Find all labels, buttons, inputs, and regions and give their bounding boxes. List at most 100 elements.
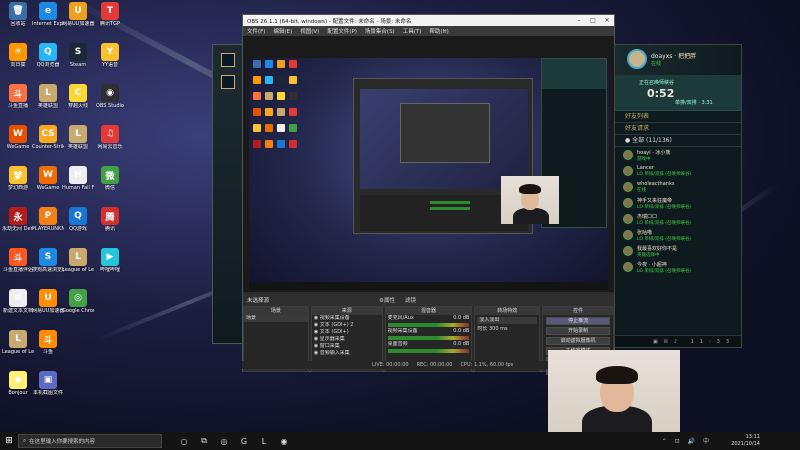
summoner-header[interactable]: doayxs · 把把胖 在线 [615, 45, 741, 75]
control-button[interactable]: 停止推流 [546, 317, 610, 325]
desktop-icon[interactable]: 🗑 回收站 [2, 2, 34, 36]
eye-icon[interactable]: ◉ [314, 329, 318, 335]
friend-row[interactable]: hoayi · 冰小熊 游戏中 [615, 147, 741, 163]
desktop-icon[interactable]: CSCounter-Strike Global Off [32, 125, 64, 159]
desktop-icon[interactable]: U 网易UU加速器 [62, 2, 94, 36]
desktop-icon[interactable]: ▶ 哔哩哔哩 [94, 248, 126, 282]
summoner-avatar[interactable] [627, 49, 647, 69]
desktop-icon[interactable]: PPLAYERUNKNOWN BATTLEGR [32, 207, 64, 241]
taskbar-app-icon[interactable]: ○ [176, 433, 192, 449]
desktop-icon[interactable]: ◉ OBS Studio [94, 84, 126, 118]
source-item[interactable]: ◉ 文本 (GDI+) [312, 329, 382, 336]
friends-panel-footer[interactable]: ▣✉♪ 11:33 [615, 335, 741, 347]
friend-requests-header[interactable]: 好友请求 [615, 123, 741, 135]
obs-menu-item[interactable]: 文件(F) [247, 27, 265, 35]
desktop-icon[interactable]: L 英雄联盟 [32, 84, 64, 118]
mixer-channel[interactable]: 麦克风/Aux 0.0 dB [386, 315, 472, 327]
source-item[interactable]: ◉ 显示器采集 [312, 336, 382, 343]
desktop-icon[interactable]: 永永劫无间 Demo [2, 207, 34, 241]
desktop-icon[interactable]: S Steam [62, 43, 94, 77]
friends-list-header[interactable]: 好友列表 [615, 111, 741, 123]
filters-button[interactable]: 滤镜 [405, 296, 416, 304]
desktop-icon[interactable]: LLeague of Legends [2, 330, 34, 364]
desktop-icon[interactable]: ♫ 网易云音乐 [94, 125, 126, 159]
system-tray-icons[interactable]: ⌃ ⊡ 🔊 中 [662, 436, 712, 445]
mixer-channel[interactable]: 视频采集设备 0.0 dB [386, 328, 472, 340]
minimize-icon[interactable]: – [572, 17, 586, 24]
volume-meter[interactable] [387, 336, 470, 340]
lol-friends-panel[interactable]: doayxs · 把把胖 在线 正在召唤师峡谷 0:52 单排/双排 · 3:3… [614, 44, 742, 348]
eye-icon[interactable]: ◉ [314, 322, 318, 328]
friend-row[interactable]: 神手又来狂魔帝 LO 单排/双排 (召唤师峡谷) [615, 195, 741, 211]
desktop-icon[interactable]: T 腾讯TGP [94, 2, 126, 36]
taskbar-search[interactable]: ⌕ 在这里输入你要搜索的内容 [18, 434, 162, 448]
desktop-icon[interactable]: Y YY语音 [94, 43, 126, 77]
start-button[interactable]: ⊞ [0, 432, 18, 450]
maximize-icon[interactable]: □ [586, 17, 600, 24]
friend-row[interactable]: Lancer LO 单排/双排 (召唤师峡谷) [615, 163, 741, 179]
friend-row[interactable]: 杰瑞口口 LO 单排/双排 (召唤师峡谷) [615, 211, 741, 227]
eye-icon[interactable]: ◉ [314, 315, 318, 321]
eye-icon[interactable]: ◉ [314, 350, 318, 356]
desktop-icon[interactable]: L 英雄联盟 [62, 125, 94, 159]
desktop-icon[interactable]: ◆ Bonjour [2, 371, 34, 405]
desktop-icon[interactable]: 微微信 [94, 166, 126, 200]
desktop-icon[interactable]: ▣ 本机截图文件 [32, 371, 64, 405]
obs-menu-item[interactable]: 场景集合(S) [365, 27, 395, 35]
taskbar-app-icon[interactable]: G [236, 433, 252, 449]
desktop-icon[interactable]: 梦梦幻西游 [2, 166, 34, 200]
obs-menu-item[interactable]: 帮助(H) [429, 27, 448, 35]
desktop-icon[interactable]: 斗斗鱼 [32, 330, 64, 364]
friend-group-header[interactable]: ● 全部 (11/136) [615, 135, 741, 147]
lol-nav-icon[interactable] [221, 75, 235, 89]
obs-window[interactable]: OBS 26.1.1 (64-bit, windows) - 配置文件: 未命名… [242, 14, 615, 375]
taskbar-app-icon[interactable]: ◉ [276, 433, 292, 449]
lol-client-window[interactable] [212, 44, 244, 344]
source-item[interactable]: ◉ 视频采集设备 [312, 315, 382, 322]
desktop-icon[interactable]: eInternet Explorer [32, 2, 64, 36]
desktop-icon[interactable]: 腾腾讯 [94, 207, 126, 241]
duration-row[interactable]: 时长 300 ms [475, 326, 539, 333]
desktop-icon[interactable]: LLeague of Legends [62, 248, 94, 282]
close-icon[interactable]: ✕ [600, 17, 614, 24]
taskbar-app-icon[interactable]: ◎ [216, 433, 232, 449]
desktop-icon[interactable]: 斗斗鱼直播 [2, 84, 34, 118]
friend-row[interactable]: 张咕噜 LO 单排/双排 (召唤师峡谷) [615, 227, 741, 243]
obs-preview[interactable] [243, 36, 614, 292]
obs-menu-item[interactable]: 配置文件(P) [327, 27, 357, 35]
scene-item[interactable]: 场景 [244, 315, 308, 322]
source-item[interactable]: ◉ 文本 (GDI+) 2 [312, 322, 382, 329]
eye-icon[interactable]: ◉ [314, 336, 318, 342]
desktop-icon[interactable]: W WeGame [2, 125, 34, 159]
desktop-icon[interactable]: W WeGame [32, 166, 64, 200]
taskbar-clock[interactable]: 13:11 2021/10/14 [731, 434, 760, 448]
desktop-icon[interactable]: 斗斗鱼直播伴侣 [2, 248, 34, 282]
properties-button[interactable]: ⚙属性 [379, 296, 395, 304]
eye-icon[interactable]: ◉ [314, 343, 318, 349]
desktop-icon[interactable]: ☀ 向日葵 [2, 43, 34, 77]
desktop-icon[interactable]: S 搜狗高速浏览器 [32, 248, 64, 282]
duration-value[interactable]: 300 ms [489, 326, 508, 332]
desktop-icon[interactable]: ◎Google Chrome [62, 289, 94, 323]
source-item[interactable]: ◉ 音频输入采集 [312, 350, 382, 357]
volume-meter[interactable] [387, 349, 470, 353]
desktop-icon[interactable]: Q QQ浏览器 [32, 43, 64, 77]
desktop-icon[interactable]: Q QQ游戏 [62, 207, 94, 241]
obs-titlebar[interactable]: OBS 26.1.1 (64-bit, windows) - 配置文件: 未命名… [243, 15, 614, 26]
obs-menu-item[interactable]: 工具(T) [403, 27, 422, 35]
control-button[interactable]: 开始录制 [546, 327, 610, 335]
desktop-icon[interactable]: ≡ 新建文本文档 [2, 289, 34, 323]
friend-row[interactable]: 我最喜欢好你不是 英雄选择中 [615, 243, 741, 259]
transition-select[interactable]: 淡入淡出 [477, 317, 538, 324]
taskbar-app-icon[interactable]: L [256, 433, 272, 449]
desktop-icon[interactable]: HHuman Fall Flat [62, 166, 94, 200]
obs-menu-item[interactable]: 编辑(E) [273, 27, 292, 35]
friend-row[interactable]: 今夜 · 小超神 LO 单排/双排 (召唤师峡谷) [615, 259, 741, 275]
desktop-icon[interactable]: C 穿越火线 [62, 84, 94, 118]
friend-row[interactable]: wholeacthanks 在线 [615, 179, 741, 195]
source-item[interactable]: ◉ 窗口采集 [312, 343, 382, 350]
volume-meter[interactable] [387, 323, 470, 327]
mixer-channel[interactable]: 桌面音频 0.0 dB [386, 341, 472, 353]
control-button[interactable]: 启动虚拟摄像机 [546, 337, 610, 345]
obs-menu-item[interactable]: 视图(V) [300, 27, 319, 35]
